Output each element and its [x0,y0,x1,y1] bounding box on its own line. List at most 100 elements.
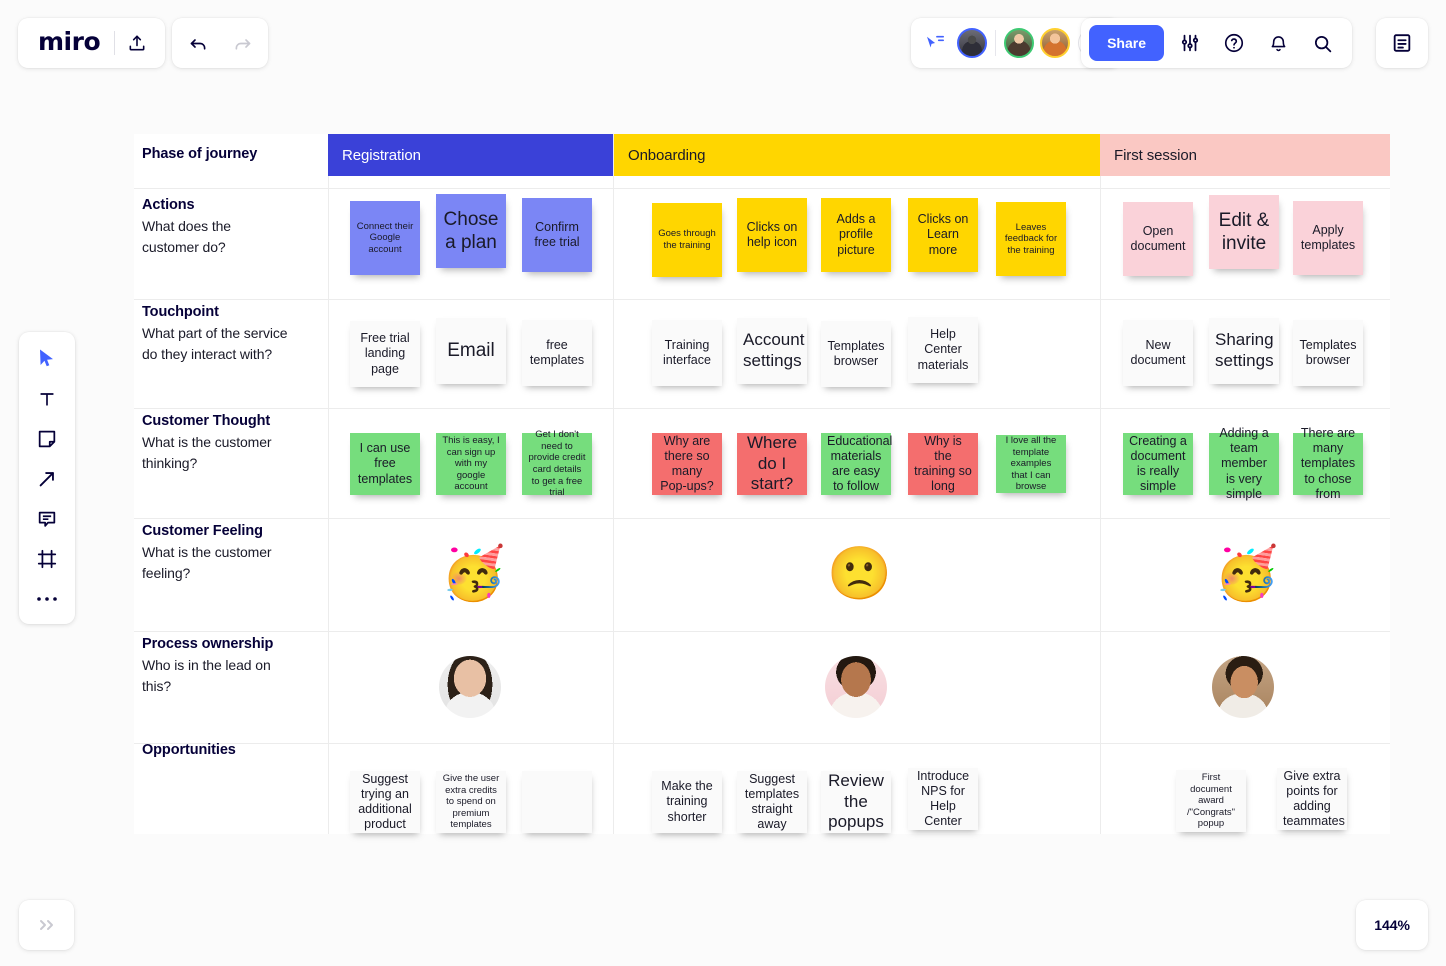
sticky-note[interactable]: free templates [522,320,592,386]
history-group [172,18,268,68]
settings-sliders-icon[interactable] [1168,21,1212,65]
redo-button[interactable] [220,21,264,65]
sticky-note[interactable]: Where do I start? [737,433,807,495]
slightly-frowning-face-emoji[interactable]: 🙁 [827,548,892,600]
upload-button[interactable] [115,21,159,65]
sticky-note[interactable]: Open document [1123,202,1193,276]
undo-button[interactable] [176,21,220,65]
sticky-note[interactable] [522,771,592,833]
row-touchpoint: Touchpoint What part of the service do t… [134,300,1390,409]
sticky-note[interactable]: Chose a plan [436,194,506,268]
row-title: Opportunities [142,742,236,758]
sticky-note[interactable]: Goes through the training [652,203,722,277]
left-toolbar [19,332,75,624]
sticky-note[interactable]: Training interface [652,320,722,386]
sticky-note[interactable]: Leaves feedback for the training [996,202,1066,276]
sticky-note[interactable]: New document [1123,320,1193,386]
sticky-note[interactable]: Free trial landing page [350,321,420,387]
customer-journey-map: Phase of journey Registration Onboarding… [134,134,1390,834]
sticky-note[interactable]: Make the training shorter [652,771,722,833]
phase-header-onboarding[interactable]: Onboarding [614,134,1100,176]
row-subtitle: What does the customer do? [142,217,231,256]
sticky-note[interactable]: Edit & invite [1209,195,1279,269]
phase-header-registration[interactable]: Registration [328,134,613,176]
owner-avatar[interactable] [825,656,887,718]
panel-icon[interactable] [1380,21,1424,65]
partying-face-emoji[interactable]: 🥳 [1214,548,1279,600]
row-title: Phase of journey [142,146,258,162]
help-icon[interactable] [1212,21,1256,65]
miro-logo[interactable]: miro [24,27,114,59]
sticky-note[interactable]: Sharing settings [1209,318,1279,384]
sticky-note[interactable]: Connect their Google account [350,201,420,275]
bell-icon[interactable] [1256,21,1300,65]
comment-tool[interactable] [29,504,65,534]
sticky-note[interactable]: Templates browser [821,321,891,387]
sticky-note[interactable]: Clicks on Learn more [908,198,978,272]
sticky-note[interactable]: Account settings [737,318,807,384]
logo-group: miro [18,18,166,68]
avatar[interactable] [1004,28,1034,58]
sticky-note[interactable]: Adds a profile picture [821,198,891,272]
row-title: Actions [142,197,195,213]
sticky-note[interactable]: Clicks on help icon [737,198,807,272]
sticky-note[interactable]: Review the popups [821,771,891,833]
partying-face-emoji[interactable]: 🥳 [441,548,506,600]
row-subtitle: What is the customer thinking? [142,433,272,472]
row-customer-thought: Customer Thought What is the customer th… [134,409,1390,519]
sticky-note[interactable]: Adding a team member is very simple [1209,426,1279,501]
sticky-note[interactable]: First document award /"Congrats" popup [1176,770,1246,832]
sticky-note[interactable]: I can use free templates [350,433,420,495]
avatar[interactable] [957,28,987,58]
phase-label: Registration [342,146,421,164]
row-title: Process ownership [142,636,274,652]
sticky-note[interactable]: This is easy, I can sign up with my goog… [436,433,506,495]
sticky-note[interactable]: Why are there so many Pop-ups? [652,433,722,495]
text-tool[interactable] [29,384,65,414]
sticky-note[interactable]: Give extra points for adding teammates [1277,768,1347,830]
cursor-share-icon[interactable] [925,34,947,52]
sticky-note[interactable]: Apply templates [1293,201,1363,275]
sticky-note[interactable]: Templates browser [1293,320,1363,386]
arrow-tool[interactable] [29,464,65,494]
collapse-panel-button[interactable] [19,900,74,950]
divider [995,30,996,56]
sticky-note[interactable]: I love all the template examples that I … [996,435,1066,493]
row-title: Touchpoint [142,304,219,320]
frame-tool[interactable] [29,544,65,574]
row-phase-of-journey: Phase of journey Registration Onboarding… [134,134,1390,189]
sticky-note[interactable]: Why is the training so long [908,433,978,495]
sticky-note[interactable]: There are many templates to chose from [1293,426,1363,501]
phase-label: Onboarding [628,146,706,164]
select-tool[interactable] [29,344,65,374]
phase-label: First session [1114,146,1197,164]
sticky-note-tool[interactable] [29,424,65,454]
sticky-note[interactable]: Give the user extra credits to spend on … [436,771,506,833]
sticky-note[interactable]: Suggest trying an additional product [350,771,420,833]
row-title: Customer Feeling [142,523,263,539]
sticky-note[interactable]: Suggest templates straight away [737,771,807,833]
sticky-note[interactable]: Get I don't need to provide credit card … [522,429,592,498]
owner-avatar[interactable] [439,656,501,718]
phase-header-first-session[interactable]: First session [1100,134,1390,176]
sticky-note[interactable]: Confirm free trial [522,198,592,272]
row-subtitle: What part of the service do they interac… [142,324,288,363]
row-subtitle: Who is in the lead on this? [142,656,271,695]
search-icon[interactable] [1300,21,1344,65]
sticky-note[interactable]: Creating a document is really simple [1123,433,1193,495]
row-opportunities: Opportunities Suggest trying an addition… [134,742,1390,834]
sticky-note[interactable]: Introduce NPS for Help Center [908,768,978,830]
more-tools[interactable] [29,584,65,614]
row-subtitle: What is the customer feeling? [142,543,272,582]
row-customer-feeling: Customer Feeling What is the customer fe… [134,519,1390,632]
sticky-note[interactable]: Educational materials are easy to follow [821,433,892,495]
share-button[interactable]: Share [1089,25,1164,61]
owner-avatar[interactable] [1212,656,1274,718]
miro-board-app: miro Share 144% Phase of journey Registr… [0,0,1446,966]
row-process-ownership: Process ownership Who is in the lead on … [134,632,1390,744]
avatar[interactable] [1040,28,1070,58]
zoom-level-indicator[interactable]: 144% [1356,900,1428,950]
sticky-note[interactable]: Email [436,318,506,384]
sticky-note[interactable]: Help Center materials [908,317,978,383]
top-bar: miro Share [0,0,1446,85]
